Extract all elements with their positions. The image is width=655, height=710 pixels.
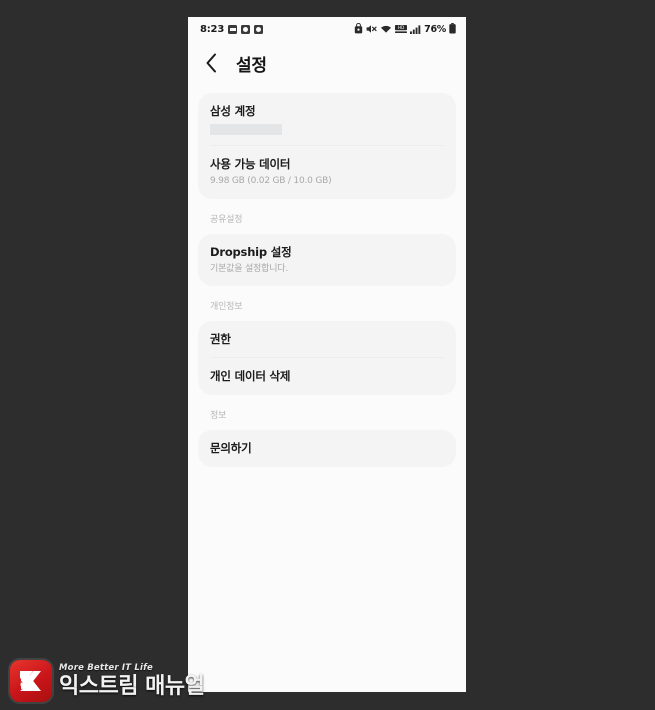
section-label: 정보 bbox=[210, 411, 227, 422]
settings-card: 권한개인 데이터 삭제 bbox=[198, 321, 456, 396]
sd-card-icon bbox=[228, 24, 238, 34]
page-title: 설정 bbox=[236, 55, 267, 76]
wifi-icon bbox=[380, 21, 392, 37]
list-top-spacer bbox=[198, 85, 456, 93]
settings-row-subtitle: 9.98 GB (0.02 GB / 10.0 GB) bbox=[210, 175, 332, 186]
app-notification-icon bbox=[254, 24, 264, 34]
settings-row-title: 사용 가능 데이터 bbox=[210, 156, 291, 171]
settings-row[interactable]: 권한 bbox=[198, 321, 456, 359]
section-label: 개인정보 bbox=[210, 302, 243, 313]
settings-row[interactable]: 삼성 계정 bbox=[198, 93, 456, 146]
phone-screen: 8:23 HD 76% 설정 삼성 계정 사용 가능 데이터 9.98 GB (… bbox=[188, 17, 466, 692]
settings-row-subtitle: 기본값을 설정합니다. bbox=[210, 263, 289, 274]
extreme-manual-logo-icon bbox=[10, 660, 52, 702]
settings-card: Dropship 설정기본값을 설정합니다. bbox=[198, 233, 456, 287]
settings-row[interactable]: Dropship 설정기본값을 설정합니다. bbox=[198, 234, 456, 287]
status-bar-clock: 8:23 bbox=[200, 23, 225, 35]
settings-row[interactable]: 사용 가능 데이터 9.98 GB (0.02 GB / 10.0 GB) bbox=[198, 146, 456, 199]
status-bar-right: HD 76% bbox=[354, 21, 456, 37]
settings-card: 삼성 계정사용 가능 데이터 9.98 GB (0.02 GB / 10.0 GB… bbox=[198, 93, 456, 199]
vibrate-lock-icon bbox=[354, 21, 363, 37]
settings-card: 문의하기 bbox=[198, 430, 456, 467]
watermark-tagline: More Better IT Life bbox=[59, 663, 154, 674]
watermark-text: More Better IT Life 익스트림 매뉴얼 bbox=[59, 663, 205, 699]
watermark: More Better IT Life 익스트림 매뉴얼 bbox=[10, 660, 205, 702]
app-bar: 설정 bbox=[188, 41, 466, 85]
settings-row-title: Dropship 설정 bbox=[210, 244, 292, 259]
status-bar-left: 8:23 bbox=[200, 23, 264, 35]
status-bar: 8:23 HD 76% bbox=[188, 17, 466, 41]
settings-row-title: 개인 데이터 삭제 bbox=[210, 369, 291, 384]
settings-row[interactable]: 문의하기 bbox=[198, 430, 456, 467]
section-label: 공유설정 bbox=[210, 214, 243, 225]
signal-icon bbox=[410, 21, 421, 37]
mute-icon bbox=[366, 21, 377, 37]
settings-row-title: 권한 bbox=[210, 332, 231, 347]
app-notification-icon bbox=[241, 24, 251, 34]
hd-icon: HD bbox=[395, 21, 408, 37]
settings-list: 삼성 계정사용 가능 데이터 9.98 GB (0.02 GB / 10.0 GB… bbox=[188, 85, 466, 467]
battery-icon bbox=[449, 21, 456, 37]
watermark-brand: 익스트림 매뉴얼 bbox=[59, 673, 205, 699]
back-chevron-icon[interactable] bbox=[200, 52, 222, 74]
battery-percent-label: 76% bbox=[424, 23, 446, 35]
svg-text:HD: HD bbox=[398, 25, 404, 30]
settings-row-title: 삼성 계정 bbox=[210, 104, 256, 118]
settings-row[interactable]: 개인 데이터 삭제 bbox=[198, 358, 456, 395]
settings-row-title: 문의하기 bbox=[210, 441, 252, 456]
redacted-value-block bbox=[210, 123, 282, 135]
